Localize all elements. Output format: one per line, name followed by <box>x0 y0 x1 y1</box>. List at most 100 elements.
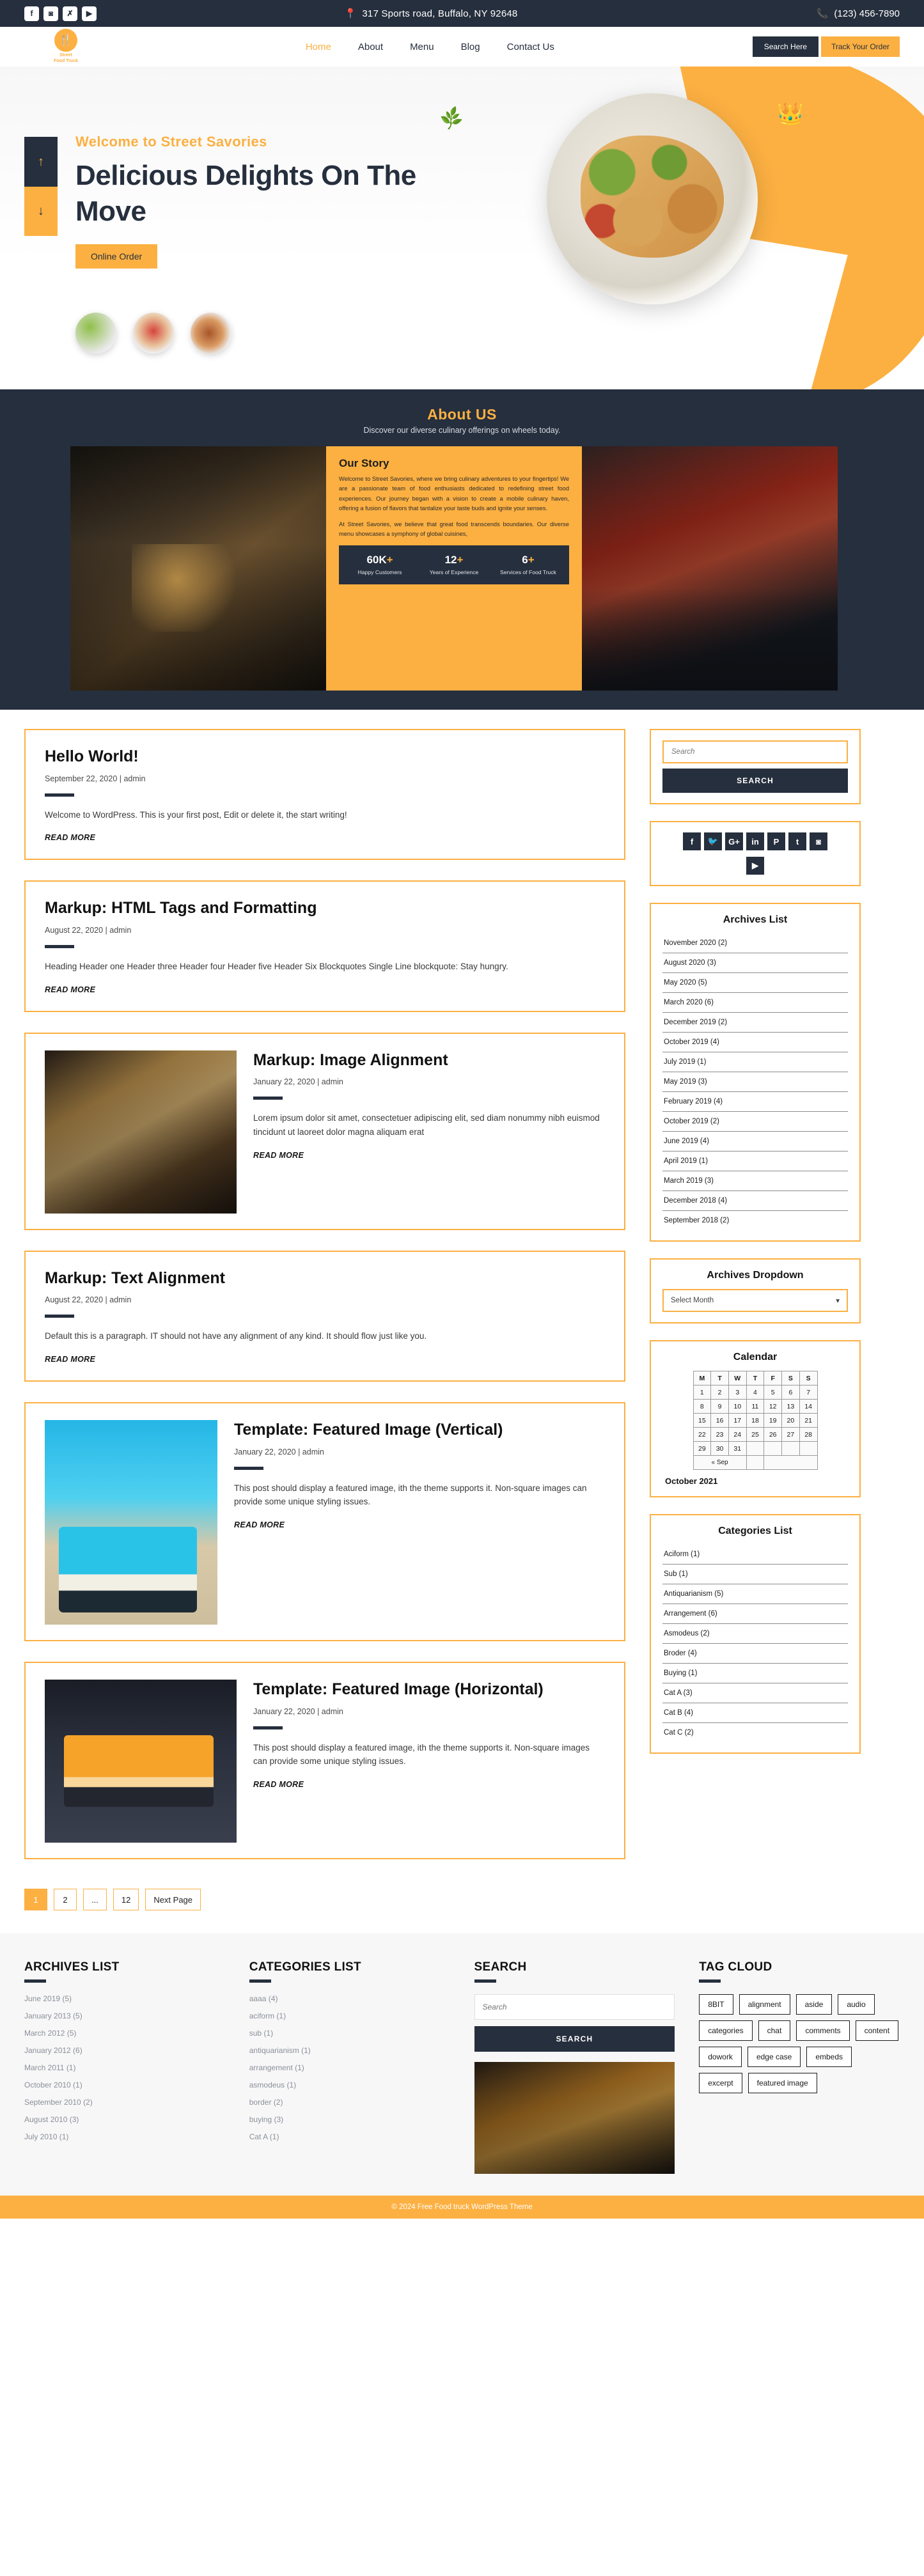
day-cell[interactable]: 26 <box>763 1427 783 1442</box>
list-item[interactable]: November 2020 (2) <box>662 933 848 953</box>
day-cell[interactable]: 12 <box>763 1399 783 1414</box>
list-item[interactable]: arrangement (1) <box>249 2063 450 2072</box>
day-cell[interactable]: 30 <box>710 1441 729 1456</box>
list-item[interactable]: buying (3) <box>249 2115 450 2124</box>
nav-item-contact-us[interactable]: Contact Us <box>507 42 554 52</box>
day-cell[interactable]: 19 <box>763 1413 783 1428</box>
topbar-phone[interactable]: 📞 (123) 456-7890 <box>765 8 900 20</box>
calendar-prev-month-link[interactable]: « Sep <box>693 1455 747 1470</box>
page-button-12[interactable]: 12 <box>113 1889 139 1911</box>
list-item[interactable]: January 2012 (6) <box>24 2046 225 2055</box>
list-item[interactable]: October 2010 (1) <box>24 2080 225 2089</box>
youtube-icon[interactable]: ▶ <box>746 857 764 875</box>
list-item[interactable]: March 2019 (3) <box>662 1171 848 1191</box>
tag-item[interactable]: audio <box>838 1994 875 2015</box>
scroll-down-button[interactable]: ↓ <box>24 187 58 236</box>
footer-search-button[interactable]: SEARCH <box>474 2026 675 2052</box>
list-item[interactable]: June 2019 (5) <box>24 1994 225 2003</box>
read-more-link[interactable]: READ MORE <box>45 1355 95 1364</box>
sidebar-search-input[interactable] <box>662 740 848 763</box>
tag-item[interactable]: 8BIT <box>699 1994 733 2015</box>
day-cell[interactable]: 20 <box>781 1413 800 1428</box>
list-item[interactable]: March 2012 (5) <box>24 2029 225 2038</box>
list-item[interactable]: August 2020 (3) <box>662 953 848 973</box>
nav-item-blog[interactable]: Blog <box>461 42 480 52</box>
post-title[interactable]: Markup: Text Alignment <box>45 1268 605 1288</box>
nav-item-home[interactable]: Home <box>306 42 331 52</box>
post-title[interactable]: Hello World! <box>45 747 605 767</box>
tag-item[interactable]: content <box>855 2020 899 2041</box>
track-your-order-button[interactable]: Track Your Order <box>821 36 900 57</box>
tag-item[interactable]: aside <box>795 1994 833 2015</box>
search-here-button[interactable]: Search Here <box>752 36 819 57</box>
day-cell[interactable]: 4 <box>746 1385 765 1400</box>
list-item[interactable]: September 2018 (2) <box>662 1211 848 1230</box>
post-featured-image[interactable] <box>45 1680 237 1843</box>
nav-item-menu[interactable]: Menu <box>410 42 434 52</box>
list-item[interactable]: December 2019 (2) <box>662 1013 848 1033</box>
list-item[interactable]: February 2019 (4) <box>662 1092 848 1112</box>
page-button-ellipsis[interactable]: ... <box>83 1889 107 1911</box>
page-button-2[interactable]: 2 <box>54 1889 77 1911</box>
list-item[interactable]: Arrangement (6) <box>662 1604 848 1624</box>
instagram-icon[interactable]: ◙ <box>810 832 827 850</box>
day-cell[interactable]: 16 <box>710 1413 729 1428</box>
online-order-button[interactable]: Online Order <box>75 244 158 269</box>
tag-item[interactable]: comments <box>796 2020 850 2041</box>
list-item[interactable]: Cat C (2) <box>662 1723 848 1742</box>
tag-item[interactable]: alignment <box>739 1994 790 2015</box>
post-title[interactable]: Markup: HTML Tags and Formatting <box>45 898 605 918</box>
nav-item-about[interactable]: About <box>358 42 383 52</box>
day-cell[interactable]: 13 <box>781 1399 800 1414</box>
list-item[interactable]: December 2018 (4) <box>662 1191 848 1211</box>
day-cell[interactable]: 11 <box>746 1399 765 1414</box>
list-item[interactable]: March 2020 (6) <box>662 993 848 1013</box>
read-more-link[interactable]: READ MORE <box>253 1151 304 1160</box>
day-cell[interactable]: 7 <box>799 1385 818 1400</box>
list-item[interactable]: October 2019 (4) <box>662 1033 848 1052</box>
day-cell[interactable]: 3 <box>728 1385 747 1400</box>
list-item[interactable]: June 2019 (4) <box>662 1132 848 1151</box>
pinterest-icon[interactable]: P <box>767 832 785 850</box>
facebook-icon[interactable]: f <box>683 832 701 850</box>
list-item[interactable]: Aciform (1) <box>662 1545 848 1565</box>
twitter-icon[interactable]: 🐦 <box>704 832 722 850</box>
facebook-icon[interactable]: f <box>24 6 39 21</box>
dish-thumbnail-3[interactable] <box>191 313 231 354</box>
list-item[interactable]: May 2020 (5) <box>662 973 848 993</box>
calendar-next-month-link[interactable] <box>763 1455 818 1470</box>
list-item[interactable]: asmodeus (1) <box>249 2080 450 2089</box>
day-cell[interactable]: 14 <box>799 1399 818 1414</box>
day-cell[interactable]: 24 <box>728 1427 747 1442</box>
list-item[interactable]: September 2010 (2) <box>24 2098 225 2107</box>
tag-item[interactable]: categories <box>699 2020 753 2041</box>
day-cell[interactable]: 27 <box>781 1427 800 1442</box>
x-twitter-icon[interactable]: ✗ <box>63 6 77 21</box>
tag-item[interactable]: edge case <box>747 2047 801 2068</box>
tumblr-icon[interactable]: t <box>788 832 806 850</box>
list-item[interactable]: aaaa (4) <box>249 1994 450 2003</box>
footer-search-input[interactable] <box>474 1994 675 2020</box>
sidebar-search-button[interactable]: SEARCH <box>662 769 848 793</box>
read-more-link[interactable]: READ MORE <box>45 985 95 994</box>
day-cell[interactable]: 31 <box>728 1441 747 1456</box>
list-item[interactable]: Antiquarianism (5) <box>662 1584 848 1604</box>
list-item[interactable]: May 2019 (3) <box>662 1072 848 1092</box>
day-cell[interactable]: 28 <box>799 1427 818 1442</box>
day-cell[interactable]: 18 <box>746 1413 765 1428</box>
list-item[interactable]: Buying (1) <box>662 1664 848 1683</box>
day-cell[interactable]: 2 <box>710 1385 729 1400</box>
tag-item[interactable]: embeds <box>806 2047 852 2068</box>
tag-item[interactable]: featured image <box>748 2073 817 2094</box>
linkedin-icon[interactable]: in <box>746 832 764 850</box>
day-cell[interactable]: 10 <box>728 1399 747 1414</box>
day-cell[interactable]: 29 <box>693 1441 712 1456</box>
day-cell[interactable]: 1 <box>693 1385 712 1400</box>
scroll-up-button[interactable]: ↑ <box>24 137 58 187</box>
post-title[interactable]: Template: Featured Image (Vertical) <box>234 1420 605 1440</box>
list-item[interactable]: antiquarianism (1) <box>249 2046 450 2055</box>
list-item[interactable]: July 2010 (1) <box>24 2132 225 2141</box>
list-item[interactable]: aciform (1) <box>249 2011 450 2020</box>
list-item[interactable]: January 2013 (5) <box>24 2011 225 2020</box>
list-item[interactable]: Cat B (4) <box>662 1703 848 1723</box>
